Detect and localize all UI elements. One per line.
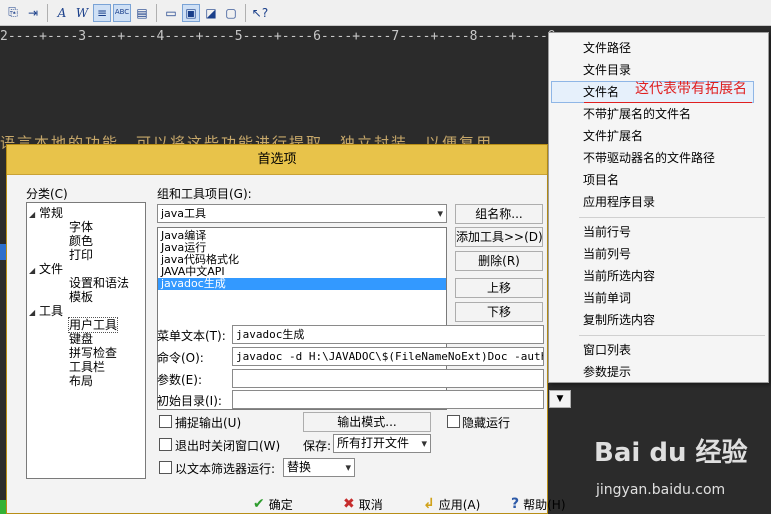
group-name-button[interactable]: 组名称... (455, 204, 543, 224)
toolbar-separator (47, 3, 48, 22)
text-filter-label: 以文本筛选器运行: (175, 462, 276, 476)
menu-item-current-selection[interactable]: 当前所选内容 (583, 265, 655, 287)
help-cursor-icon[interactable]: ↖? (251, 4, 269, 22)
hide-run-label: 隐藏运行 (462, 416, 511, 430)
tree-item-user-tools[interactable]: 用户工具 (29, 317, 145, 333)
add-tool-button[interactable]: 添加工具>>(D) (455, 227, 543, 247)
capture-output-label: 捕捉输出(U) (175, 416, 242, 430)
tree-item-settings-syntax[interactable]: 设置和语法 (29, 276, 145, 290)
annotation-text: 这代表带有拓展名 (635, 81, 747, 97)
close-on-exit-checkbox[interactable] (159, 438, 172, 451)
command-label: 命令(O): (157, 351, 204, 365)
help-button[interactable]: ? 帮助(H) (511, 495, 566, 513)
menu-item-window-list[interactable]: 窗口列表 (583, 339, 631, 361)
settings-icon[interactable]: ▤ (133, 4, 151, 22)
toolbar-separator (245, 3, 246, 22)
menu-item-current-col[interactable]: 当前列号 (583, 243, 631, 265)
check-icon: ✔ (253, 496, 265, 512)
menu-item-file-name[interactable]: 文件名 (583, 81, 619, 103)
dialog-title: 首选项 (7, 145, 547, 175)
tree-item-print[interactable]: 打印 (29, 248, 145, 262)
capture-output-checkbox[interactable] (159, 415, 172, 428)
apply-button[interactable]: ↲ 应用(A) (423, 495, 480, 513)
category-tree[interactable]: ◢ 常规 字体 颜色 打印 ◢ 文件 设置和语法 模板 ◢ 工具 用户工具 键盘 拼写… (26, 202, 146, 479)
initdir-label: 初始目录(I): (157, 394, 222, 408)
tree-item-file[interactable]: ◢ 文件 (29, 262, 145, 276)
baidu-watermark-url: jingyan.baidu.com (596, 482, 726, 498)
args-field[interactable] (232, 369, 544, 388)
tree-item-toolbar[interactable]: 工具栏 (29, 360, 145, 374)
save-select[interactable]: 所有打开文件 (333, 434, 431, 453)
tree-item-spellcheck[interactable]: 拼写检查 (29, 346, 145, 360)
move-down-button[interactable]: 下移 (455, 302, 543, 322)
category-label: 分类(C) (26, 187, 68, 201)
menu-item-file-path-no-drive[interactable]: 不带驱动器名的文件路径 (583, 147, 715, 169)
save-label: 保存: (303, 439, 332, 453)
menu-text-label: 菜单文本(T): (157, 329, 226, 343)
output-mode-button[interactable]: 输出模式... (303, 412, 431, 432)
tree-item-keyboard[interactable]: 键盘 (29, 332, 145, 346)
indent-icon[interactable]: ⇥ (24, 4, 42, 22)
hide-run-checkbox[interactable] (447, 415, 460, 428)
panel-icon[interactable]: ▭ (162, 4, 180, 22)
menu-separator (579, 335, 765, 336)
menu-item-file-dir[interactable]: 文件目录 (583, 59, 631, 81)
tree-item-color[interactable]: 颜色 (29, 234, 145, 248)
menu-item-copy-selection[interactable]: 复制所选内容 (583, 309, 655, 331)
annotation-underline (584, 102, 752, 103)
word-wrap-icon[interactable]: W (73, 4, 91, 22)
group-label: 组和工具项目(G): (157, 187, 252, 201)
toolbar: ⎘ ⇥ A W ≡ ABC ▤ ▭ ▣ ◪ ▢ ↖? (0, 0, 771, 26)
move-up-button[interactable]: 上移 (455, 278, 543, 298)
menu-text-field[interactable]: javadoc生成 (232, 325, 544, 344)
menu-item-file-ext[interactable]: 文件扩展名 (583, 125, 643, 147)
text-filter-checkbox[interactable] (159, 461, 172, 474)
menu-item-param-hint[interactable]: 参数提示 (583, 361, 631, 383)
menu-item-current-word[interactable]: 当前单词 (583, 287, 631, 309)
italic-font-icon[interactable]: A (53, 4, 71, 22)
spellcheck-icon[interactable]: ABC (113, 3, 131, 22)
preferences-dialog: 首选项 分类(C) ◢ 常规 字体 颜色 打印 ◢ 文件 设置和语法 模板 ◢ 工具 … (6, 144, 571, 514)
command-field[interactable]: javadoc -d H:\JAVADOC\$(FileNameNoExt)Do… (232, 347, 544, 366)
copy-icon[interactable]: ⎘ (4, 4, 22, 22)
tree-item-general[interactable]: ◢ 常规 (29, 206, 145, 220)
panel-active-icon[interactable]: ▣ (182, 3, 200, 22)
dropdown-arrow-icon[interactable]: ▼ (549, 390, 571, 408)
wrap-toggle-icon[interactable]: ≡ (93, 3, 111, 22)
cancel-button[interactable]: ✖ 取消 (343, 495, 383, 513)
close-icon: ✖ (343, 496, 355, 512)
baidu-watermark-logo: Bai du 经验 (594, 438, 748, 468)
menu-item-file-name-no-ext[interactable]: 不带扩展名的文件名 (583, 103, 691, 125)
tree-item-font[interactable]: 字体 (29, 220, 145, 234)
menu-item-project-name[interactable]: 项目名 (583, 169, 619, 191)
group-select[interactable]: java工具 (157, 204, 447, 223)
tree-item-templates[interactable]: 模板 (29, 290, 145, 304)
args-label: 参数(E): (157, 373, 202, 387)
initdir-field[interactable] (232, 390, 544, 409)
question-icon: ? (511, 496, 520, 512)
tree-item-layout[interactable]: 布局 (29, 374, 145, 388)
delete-button[interactable]: 删除(R) (455, 251, 543, 271)
edit-panel-icon[interactable]: ◪ (202, 4, 220, 22)
panel-plain-icon[interactable]: ▢ (222, 4, 240, 22)
replace-select[interactable]: 替换 (283, 458, 355, 477)
menu-separator (579, 217, 765, 218)
list-item-selected[interactable]: javadoc生成 (158, 278, 446, 290)
menu-item-current-line[interactable]: 当前行号 (583, 221, 631, 243)
toolbar-separator (156, 3, 157, 22)
tree-item-tools[interactable]: ◢ 工具 (29, 304, 145, 318)
menu-item-file-path[interactable]: 文件路径 (583, 37, 631, 59)
close-on-exit-label: 退出时关闭窗口(W) (175, 439, 281, 453)
apply-arrow-icon: ↲ (423, 496, 435, 512)
menu-item-app-dir[interactable]: 应用程序目录 (583, 191, 655, 213)
ok-button[interactable]: ✔ 确定 (253, 495, 293, 513)
